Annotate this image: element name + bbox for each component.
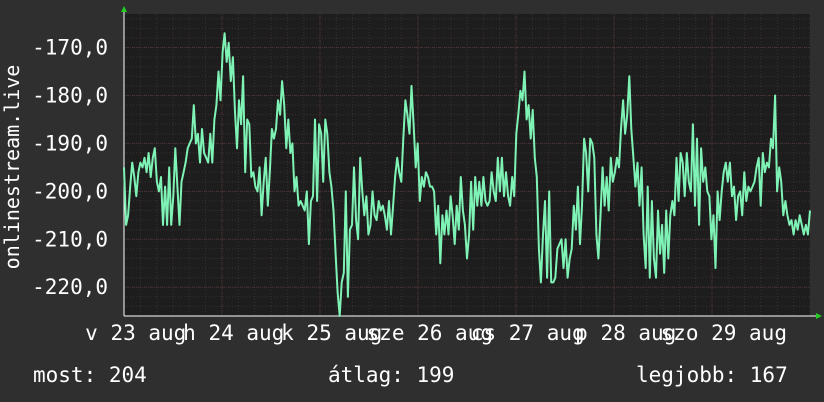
y-tick-label: -180,0	[32, 83, 108, 107]
average-stat: átlag: 199	[328, 363, 455, 387]
x-tick-label: szo 29 aug	[661, 321, 787, 345]
y-tick-label: -210,0	[32, 227, 108, 251]
y-axis-arrow	[121, 6, 127, 12]
current-stat: most: 204	[33, 363, 147, 387]
y-tick-label: -190,0	[32, 131, 108, 155]
x-tick-label: v 23 aug	[85, 321, 186, 345]
y-tick-label: -220,0	[32, 275, 108, 299]
y-axis-label: onlinestream.live	[0, 65, 24, 270]
y-tick-label: -200,0	[32, 179, 108, 203]
x-tick-label: h 24 aug	[183, 321, 284, 345]
chart-container: -170,0 -180,0 -190,0 -200,0 -210,0 -220,0 v 23…	[0, 0, 824, 402]
y-tick-label: -170,0	[32, 36, 108, 60]
x-tick-label: cs 27 aug	[471, 321, 585, 345]
line-chart: -170,0 -180,0 -190,0 -200,0 -210,0 -220,0 v 23…	[0, 6, 822, 345]
best-stat: legjobb: 167	[636, 363, 788, 387]
x-axis-arrow	[816, 313, 822, 319]
